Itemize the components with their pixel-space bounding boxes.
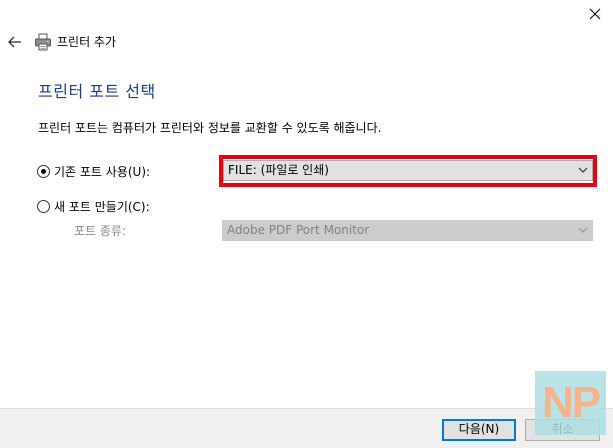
printer-icon [35,33,51,51]
existing-port-select[interactable]: FILE: (파일로 인쇄) [223,160,593,181]
existing-port-option[interactable]: 기존 포트 사용(U): [37,162,150,180]
page-description: 프린터 포트는 컴퓨터가 프린터와 정보를 교환할 수 있도록 해줍니다. [38,121,382,135]
new-port-radio[interactable] [37,199,50,213]
dialog-header: 프린터 추가 [0,30,300,54]
close-icon [589,8,601,20]
chevron-down-icon [578,167,588,173]
new-port-label: 새 포트 만들기(C): [54,199,150,214]
port-type-label: 포트 종류: [74,224,127,238]
back-button[interactable] [5,30,25,54]
existing-port-radio[interactable] [37,164,50,178]
new-port-option[interactable]: 새 포트 만들기(C): [37,197,150,215]
back-arrow-icon [8,36,21,48]
header-title: 프린터 추가 [57,35,117,49]
existing-port-label: 기존 포트 사용(U): [54,164,151,179]
existing-port-value: FILE: (파일로 인쇄) [228,163,329,177]
port-type-select: Adobe PDF Port Monitor [222,220,593,241]
port-type-value: Adobe PDF Port Monitor [227,223,370,237]
dialog-footer: 다음(N) 취소 [0,408,613,448]
watermark-logo: NP [535,371,606,435]
chevron-down-icon [578,227,588,233]
next-button[interactable]: 다음(N) [442,419,516,441]
close-button[interactable] [580,2,610,26]
add-printer-dialog: 프린터 추가 프린터 포트 선택 프린터 포트는 컴퓨터가 프린터와 정보를 교… [0,0,613,448]
page-title: 프린터 포트 선택 [38,82,156,101]
